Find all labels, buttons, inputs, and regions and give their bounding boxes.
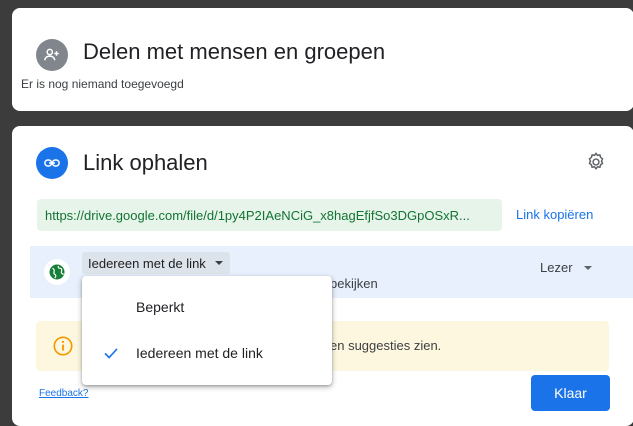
menu-item-restricted[interactable]: Beperkt (82, 288, 332, 326)
done-button[interactable]: Klaar (531, 375, 610, 411)
caret-down-icon (214, 261, 223, 265)
share-subtitle: Er is nog niemand toegevoegd (21, 77, 184, 91)
checkmark-icon (104, 348, 118, 359)
share-title: Delen met mensen en groepen (83, 39, 386, 64)
caret-down-icon (583, 265, 592, 270)
role-label: Lezer (540, 260, 573, 275)
access-level-label: Iedereen met de link (88, 255, 206, 271)
info-icon (52, 335, 74, 357)
link-icon (36, 147, 68, 179)
gear-icon (588, 152, 604, 170)
link-url-text: https://drive.google.com/file/d/1py4P2IA… (45, 207, 470, 223)
role-dropdown[interactable]: Lezer (540, 260, 593, 275)
person-add-icon (36, 39, 68, 71)
menu-item-label: Iedereen met de link (136, 345, 263, 361)
link-title: Link ophalen (83, 150, 208, 175)
menu-item-label: Beperkt (136, 299, 185, 315)
menu-item-anyone-with-link[interactable]: Iedereen met de link (82, 334, 332, 372)
access-level-dropdown[interactable]: Iedereen met de link (82, 252, 230, 274)
access-description: bekijken (330, 276, 378, 291)
globe-icon (44, 259, 70, 285)
info-text: en suggesties zien. (330, 338, 442, 353)
settings-button[interactable] (584, 150, 608, 174)
feedback-link[interactable]: Feedback? (39, 388, 88, 399)
copy-link-button[interactable]: Link kopiëren (516, 207, 593, 222)
access-level-menu: Beperkt Iedereen met de link (82, 276, 332, 385)
share-people-card: Delen met mensen en groepen Er is nog ni… (12, 8, 633, 111)
link-url-field[interactable]: https://drive.google.com/file/d/1py4P2IA… (37, 199, 502, 231)
